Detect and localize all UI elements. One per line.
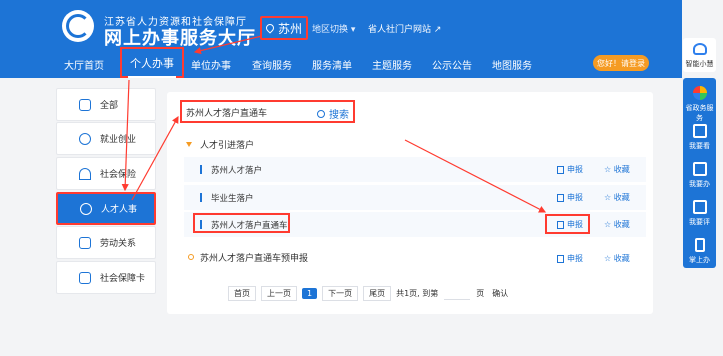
header: 江苏省人力资源和社会保障厅 网上办事服务大厅 苏州 地区切换 ▾ 省人社门户网站… xyxy=(0,0,682,78)
site-logo-icon xyxy=(62,10,94,42)
declare-button[interactable]: 申报 xyxy=(557,192,583,203)
rail-item-evaluate[interactable]: 我要评 xyxy=(683,196,716,234)
edit-icon xyxy=(693,200,707,214)
declare-button[interactable]: 申报 xyxy=(557,253,583,264)
page-total: 共1页, 到第 xyxy=(396,289,439,298)
dollar-icon xyxy=(79,132,91,145)
sidebar-item-label: 社会保障卡 xyxy=(100,274,146,284)
assistant-label: 智能小慧 xyxy=(685,60,714,68)
sidebar-item-label: 人才人事 xyxy=(101,205,138,215)
login-button[interactable]: 您好！请登录 xyxy=(593,55,649,71)
category-header[interactable]: 人才引进落户 xyxy=(186,138,254,151)
caret-down-icon xyxy=(186,142,192,147)
nav-item-map[interactable]: 地图服务 xyxy=(492,57,532,72)
last-page-button[interactable]: 尾页 xyxy=(363,286,392,301)
city-selector[interactable]: 苏州 xyxy=(260,16,308,40)
next-page-button[interactable]: 下一页 xyxy=(322,286,359,301)
page: 江苏省人力资源和社会保障厅 网上办事服务大厅 苏州 地区切换 ▾ 省人社门户网站… xyxy=(0,0,723,356)
form-icon xyxy=(557,165,564,174)
smart-assistant-button[interactable]: 智能小慧 xyxy=(683,38,716,72)
card-icon xyxy=(79,271,91,284)
list-item: 苏州人才落户直通车预申报 申报 ☆ 收藏 xyxy=(184,246,646,268)
declare-label: 申报 xyxy=(567,254,583,263)
declare-label: 申报 xyxy=(567,165,583,174)
search-button-label: 搜索 xyxy=(329,110,349,121)
grid-icon xyxy=(79,98,91,111)
rail-item-do[interactable]: 我要办 xyxy=(683,158,716,196)
favorite-button[interactable]: ☆ 收藏 xyxy=(604,164,630,175)
service-name[interactable]: 毕业生落户 xyxy=(211,192,254,204)
region-switch[interactable]: 地区切换 ▾ xyxy=(312,22,355,35)
nav-item-home[interactable]: 大厅首页 xyxy=(64,57,104,72)
umbrella-icon xyxy=(79,167,91,180)
rail-item-view[interactable]: 我要看 xyxy=(683,120,716,158)
bullet-bar xyxy=(200,193,202,202)
form-icon xyxy=(557,193,564,202)
form-icon xyxy=(557,254,564,263)
service-name[interactable]: 苏州人才落户直通车预申报 xyxy=(200,251,308,264)
nav-item-personal[interactable]: 个人办事 xyxy=(120,47,184,78)
rail-label: 我要办 xyxy=(689,180,710,188)
people-icon xyxy=(80,202,92,215)
sidebar-item-employment[interactable]: 就业创业 xyxy=(56,122,156,155)
sidebar-item-label: 全部 xyxy=(100,101,119,111)
contract-icon xyxy=(79,236,91,249)
sidebar-item-card[interactable]: 社会保障卡 xyxy=(56,261,156,294)
category-title: 人才引进落户 xyxy=(200,141,255,151)
first-page-button[interactable]: 首页 xyxy=(228,286,256,301)
list-item: 毕业生落户 申报 ☆ 收藏 xyxy=(184,185,646,210)
nav-item-query[interactable]: 查询服务 xyxy=(252,57,292,72)
location-pin-icon xyxy=(264,22,276,34)
highlight-box-service xyxy=(193,213,290,233)
nav-item-notice[interactable]: 公示公告 xyxy=(432,57,472,72)
highlight-box-declare xyxy=(545,214,590,234)
confirm-button[interactable]: 确认 xyxy=(492,288,508,299)
sidebar-item-label: 劳动关系 xyxy=(100,239,137,249)
bullet-bar xyxy=(200,165,202,174)
current-page[interactable]: 1 xyxy=(302,288,318,299)
monitor-icon xyxy=(693,162,707,176)
prev-page-button[interactable]: 上一页 xyxy=(261,286,297,301)
pagination: 首页 上一页 1 下一页 尾页 共1页, 到第 页 确认 xyxy=(228,286,508,301)
rail-label: 我要看 xyxy=(689,142,710,150)
search-input[interactable] xyxy=(186,105,311,120)
sidebar-item-all[interactable]: 全部 xyxy=(56,88,156,121)
circle-bullet-icon xyxy=(188,254,194,260)
page-suffix: 页 xyxy=(476,289,485,298)
sidebar-item-talent[interactable]: 人才人事 xyxy=(56,192,156,225)
portal-link[interactable]: 省人社门户网站 ↗ xyxy=(368,22,441,35)
city-name: 苏州 xyxy=(277,21,302,36)
nav-item-company[interactable]: 单位办事 xyxy=(191,57,231,72)
search-icon xyxy=(317,109,325,118)
sidebar-item-insurance[interactable]: 社会保险 xyxy=(56,157,156,190)
rail-item-mobile[interactable]: 掌上办 xyxy=(683,234,716,272)
page-jump-input[interactable] xyxy=(444,287,471,300)
document-icon xyxy=(693,124,707,138)
assistant-icon xyxy=(693,43,707,55)
favorite-button[interactable]: ☆ 收藏 xyxy=(604,219,630,230)
main-nav: 大厅首页 单位办事 查询服务 服务清单 主题服务 公示公告 地图服务 xyxy=(0,50,682,78)
favorite-button[interactable]: ☆ 收藏 xyxy=(604,192,630,203)
sidebar-item-label: 就业创业 xyxy=(100,135,137,145)
rail-label: 掌上办 xyxy=(689,256,710,264)
favorite-button[interactable]: ☆ 收藏 xyxy=(604,253,630,264)
search-bar: 搜索 xyxy=(180,100,355,123)
nav-item-theme[interactable]: 主题服务 xyxy=(372,57,412,72)
gov-service-icon xyxy=(693,86,707,100)
right-rail: 省政务服务 我要看 我要办 我要评 掌上办 xyxy=(683,78,716,268)
declare-button[interactable]: 申报 xyxy=(557,164,583,175)
declare-label: 申报 xyxy=(567,193,583,202)
list-item: 苏州人才落户 申报 ☆ 收藏 xyxy=(184,157,646,182)
sidebar-item-label: 社会保险 xyxy=(100,170,137,180)
service-name[interactable]: 苏州人才落户 xyxy=(211,164,262,176)
search-button[interactable]: 搜索 xyxy=(317,106,349,121)
nav-item-service-list[interactable]: 服务清单 xyxy=(312,57,352,72)
phone-icon xyxy=(695,238,705,252)
sidebar-item-labor[interactable]: 劳动关系 xyxy=(56,226,156,259)
rail-label: 我要评 xyxy=(689,218,710,226)
rail-item-gov-service[interactable]: 省政务服务 xyxy=(683,82,716,122)
